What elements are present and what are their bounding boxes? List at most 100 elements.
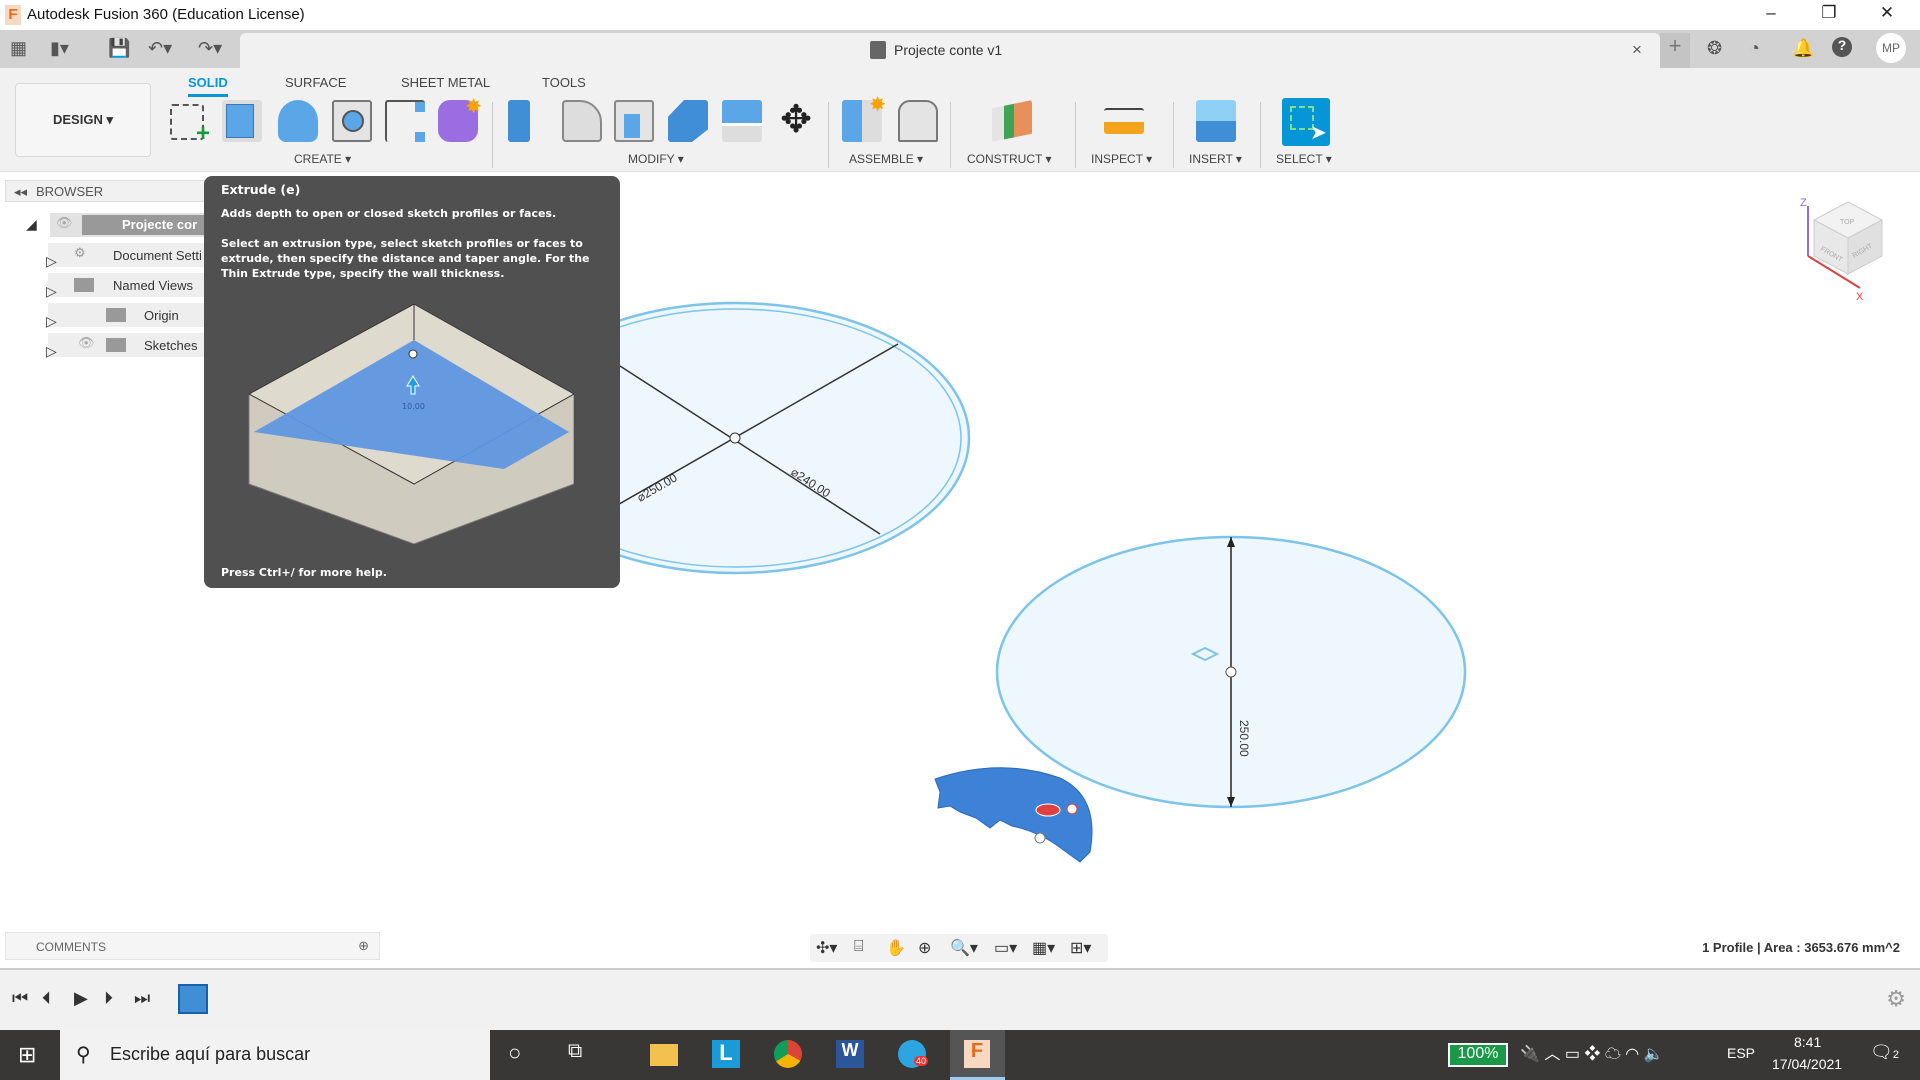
extrude-tooltip: Extrude (e) Adds depth to open or closed… xyxy=(204,176,620,588)
construct-group-menu[interactable]: CONSTRUCT ▾ xyxy=(967,152,1051,166)
orbit-icon[interactable]: ✣▾ xyxy=(816,938,837,958)
insert-group-menu[interactable]: INSERT ▾ xyxy=(1189,152,1242,166)
eye-icon[interactable]: 👁 xyxy=(56,215,73,231)
step-back-icon[interactable]: ⏴ xyxy=(42,988,51,1009)
sketch-circle-small[interactable] xyxy=(995,535,1467,809)
word-icon[interactable]: W xyxy=(836,1040,864,1068)
cortana-icon[interactable]: ○ xyxy=(508,1040,521,1066)
tab-solid[interactable]: SOLID xyxy=(188,75,228,97)
windows-start-icon[interactable]: ⊞ xyxy=(18,1042,36,1068)
taskbar-search[interactable]: ⚲ Escribe aquí para buscar xyxy=(60,1030,490,1080)
measure-icon[interactable] xyxy=(1104,108,1144,134)
language-indicator[interactable]: ESP xyxy=(1727,1045,1755,1061)
fit-icon[interactable]: 🔍▾ xyxy=(950,938,978,958)
comments-panel[interactable]: COMMENTS ⊕ xyxy=(5,932,380,960)
user-avatar[interactable]: MP xyxy=(1876,33,1906,63)
undo-icon[interactable]: ↶▾ xyxy=(148,38,172,59)
collapse-icon[interactable]: ◂◂ xyxy=(14,184,27,200)
play-icon[interactable]: ▶ xyxy=(74,988,88,1009)
shell-icon[interactable] xyxy=(614,100,654,142)
file-menu-icon[interactable]: ▮▾ xyxy=(50,38,69,59)
help-icon[interactable]: ? xyxy=(1832,37,1852,57)
notifications-icon[interactable]: 🔔 xyxy=(1792,38,1814,59)
dimension-label[interactable]: 250.00 xyxy=(1237,720,1251,757)
document-tab[interactable]: Projecte conte v1 × xyxy=(240,33,1660,68)
joint-icon[interactable] xyxy=(898,100,938,142)
step-forward-icon[interactable]: ⏵ xyxy=(104,988,113,1009)
create-sketch-icon[interactable]: + xyxy=(170,104,210,147)
create-form-icon[interactable]: ✸ xyxy=(438,96,482,142)
browser-title: BROWSER xyxy=(36,184,104,199)
pan-icon[interactable]: ✋ xyxy=(886,938,906,958)
task-view-icon[interactable]: ⧉ xyxy=(568,1040,582,1063)
browser-item-origin[interactable]: Origin xyxy=(48,303,208,327)
chrome-icon[interactable] xyxy=(774,1040,802,1068)
revolve-icon[interactable] xyxy=(278,100,318,142)
close-window-button[interactable]: ✕ xyxy=(1872,3,1902,23)
close-tab-button[interactable]: × xyxy=(1632,40,1642,60)
timeline-settings-gear-icon[interactable]: ⚙ xyxy=(1886,986,1906,1012)
select-icon[interactable]: ➤ xyxy=(1282,98,1330,146)
create-group-menu[interactable]: CREATE ▾ xyxy=(294,152,351,166)
browser-item-root[interactable]: 👁 Projecte cor xyxy=(50,213,232,237)
move-icon[interactable]: ✥ xyxy=(776,100,816,142)
tab-surface[interactable]: SURFACE xyxy=(285,75,346,90)
tab-sheet-metal[interactable]: SHEET METAL xyxy=(401,75,490,90)
notification-count: 2 xyxy=(1892,1049,1899,1061)
timeline: ⏮ ⏴ ▶ ⏵ ⏭ ⚙ xyxy=(0,968,1920,1030)
selected-profile[interactable] xyxy=(934,767,1093,863)
job-status-icon[interactable]: ◔ xyxy=(1749,38,1760,59)
browser-item-label: Sketches xyxy=(144,338,198,353)
tab-tools[interactable]: TOOLS xyxy=(542,75,586,90)
grid-icon[interactable]: ▦▾ xyxy=(1032,938,1055,958)
battery-indicator[interactable]: 100% xyxy=(1448,1043,1508,1067)
clock-time[interactable]: 8:41 xyxy=(1794,1034,1821,1050)
go-to-start-icon[interactable]: ⏮ xyxy=(12,988,28,1009)
extrude-icon[interactable] xyxy=(222,100,262,142)
assemble-group-menu[interactable]: ASSEMBLE ▾ xyxy=(849,152,923,166)
hole-icon[interactable] xyxy=(332,100,372,142)
expand-triangle-icons[interactable]: ▷ ▷ ▷ ▷ xyxy=(46,246,57,366)
display-settings-icon[interactable]: ▭▾ xyxy=(994,938,1017,958)
go-to-end-icon[interactable]: ⏭ xyxy=(134,988,150,1009)
divider xyxy=(1260,102,1261,168)
insert-image-icon[interactable] xyxy=(1196,100,1236,142)
workspace-switcher[interactable]: DESIGN ▾ xyxy=(15,83,151,157)
viewcube-top[interactable]: TOP xyxy=(1840,219,1855,226)
file-explorer-icon[interactable] xyxy=(650,1044,678,1066)
fillet-icon[interactable] xyxy=(562,100,602,142)
notification-center-icon[interactable]: 🗨2 xyxy=(1870,1042,1899,1063)
apps-grid-icon[interactable]: ▦ xyxy=(10,38,27,59)
viewcube[interactable]: TOP FRONT RIGHT Z X xyxy=(1800,197,1884,303)
minimize-button[interactable]: – xyxy=(1756,3,1786,23)
browser-item-named-views[interactable]: Named Views xyxy=(48,273,208,297)
press-pull-icon[interactable] xyxy=(508,100,530,142)
collapse-triangle-icon[interactable]: ◢ xyxy=(26,216,37,233)
redo-icon[interactable]: ↷▾ xyxy=(198,38,222,59)
add-comment-icon[interactable]: ⊕ xyxy=(358,938,369,954)
browser-item-document-settings[interactable]: ⚙ Document Setti xyxy=(48,243,208,267)
timeline-sketch-feature[interactable] xyxy=(178,984,208,1014)
new-component-icon[interactable]: ✸ xyxy=(842,94,886,142)
extensions-icon[interactable]: ❂ xyxy=(1707,38,1722,59)
browser-panel-header[interactable]: ◂◂ BROWSER xyxy=(5,180,205,202)
inspect-group-menu[interactable]: INSPECT ▾ xyxy=(1091,152,1152,166)
select-group-menu[interactable]: SELECT ▾ xyxy=(1276,152,1332,166)
look-at-icon[interactable]: ⌸ xyxy=(854,938,864,956)
modify-group-menu[interactable]: MODIFY ▾ xyxy=(628,152,684,166)
window-title: Autodesk Fusion 360 (Education License) xyxy=(27,6,305,23)
save-icon[interactable]: 💾 xyxy=(108,38,130,59)
eye-icon[interactable]: 👁 xyxy=(78,335,95,351)
pattern-icon[interactable] xyxy=(385,100,425,142)
fusion-taskbar-button[interactable]: F xyxy=(950,1030,1005,1080)
offset-face-icon[interactable] xyxy=(722,100,762,142)
plus-icon[interactable]: + xyxy=(1660,33,1690,68)
restore-button[interactable]: ❐ xyxy=(1814,3,1844,23)
app-l-icon[interactable]: L xyxy=(712,1040,740,1068)
telegram-icon[interactable]: 40 xyxy=(898,1040,929,1068)
clock-date[interactable]: 17/04/2021 xyxy=(1772,1056,1842,1072)
tray-icons[interactable]: 🔌 ︿ ▭ ❖ ☁ ◠ 🔈 xyxy=(1520,1040,1664,1064)
viewports-icon[interactable]: ⊞▾ xyxy=(1070,938,1091,958)
zoom-icon[interactable]: ⊕ xyxy=(918,938,931,958)
browser-item-sketches[interactable]: 👁 Sketches xyxy=(48,333,208,357)
